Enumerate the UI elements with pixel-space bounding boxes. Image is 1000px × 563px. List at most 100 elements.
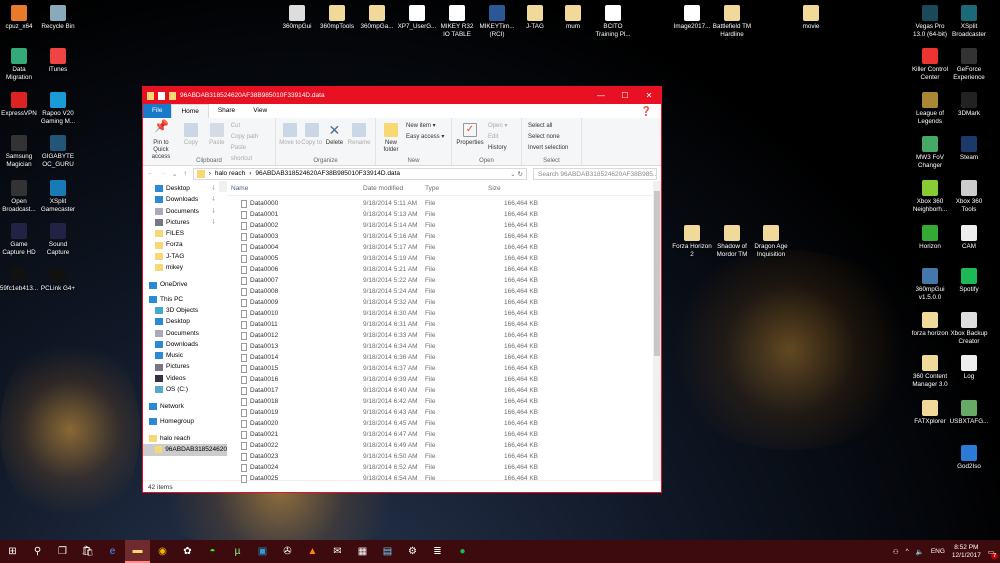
address-bar[interactable]: › halo reach › 96ABDAB318524620AF38B9850… xyxy=(192,167,527,180)
task-view-icon[interactable]: ❐ xyxy=(50,540,75,563)
desktop-icon[interactable]: iTunes xyxy=(38,48,78,74)
desktop-icon[interactable]: USBXTAFG... xyxy=(949,400,989,426)
desktop-icon[interactable]: 3DMark xyxy=(949,92,989,118)
properties-button[interactable]: ✓ Properties xyxy=(455,121,485,155)
help-icon[interactable]: ❓ xyxy=(632,104,661,118)
desktop-icon[interactable]: MIKEY R32 IO TABLE xyxy=(437,5,477,38)
steam-icon[interactable]: ⚙ xyxy=(400,540,425,563)
minimize-button[interactable]: — xyxy=(589,91,613,100)
file-row[interactable]: Data0004 9/18/2014 5:17 AM File 166,464 KB xyxy=(227,242,661,253)
nav-item[interactable]: Videos xyxy=(143,373,227,384)
desktop-icon[interactable]: Battlefield TM Hardline xyxy=(712,5,752,38)
file-row[interactable]: Data0022 9/18/2014 6:49 AM File 166,464 KB xyxy=(227,440,661,451)
nav-item[interactable]: OS (C:) xyxy=(143,384,227,395)
nav-item[interactable]: Pictures ⸸ xyxy=(143,217,227,228)
file-row[interactable]: Data0000 9/18/2014 5:11 AM File 166,464 KB xyxy=(227,198,661,209)
razer-icon[interactable]: ◓ xyxy=(200,540,225,563)
select-all-button[interactable]: Select all xyxy=(525,121,571,132)
rename-button[interactable]: Rename xyxy=(346,121,372,155)
desktop-icon[interactable]: Killer Control Center xyxy=(910,48,950,81)
new-folder-quick-icon[interactable] xyxy=(169,91,176,100)
desktop-icon[interactable]: BCITO Training Pl... xyxy=(593,5,633,38)
desktop-icon[interactable]: J-TAG xyxy=(515,5,555,31)
desktop-icon[interactable]: mum xyxy=(553,5,593,31)
breadcrumb-halo-reach[interactable]: halo reach xyxy=(215,170,245,177)
tab-file[interactable]: File xyxy=(143,104,172,118)
new-item-button[interactable]: New item ▾ xyxy=(403,121,447,132)
nav-item[interactable]: Downloads ⸸ xyxy=(143,194,227,205)
nav-scrollbar[interactable] xyxy=(219,181,227,193)
file-row[interactable]: Data0024 9/18/2014 6:52 AM File 166,464 KB xyxy=(227,462,661,473)
file-row[interactable]: Data0025 9/18/2014 6:54 AM File 166,464 KB xyxy=(227,473,661,484)
nav-item[interactable]: Homegroup xyxy=(143,416,227,427)
action-center-icon[interactable]: ▭ 7 xyxy=(988,548,998,559)
desktop-icon[interactable]: Spotify xyxy=(949,268,989,294)
desktop-icon[interactable]: 360mpTools xyxy=(317,5,357,31)
nav-item[interactable]: mikey xyxy=(143,262,227,273)
desktop-icon[interactable]: Steam xyxy=(949,136,989,162)
desktop-icon[interactable]: Xbox 360 Tools xyxy=(949,180,989,213)
desktop-icon[interactable]: Recycle Bin xyxy=(38,5,78,31)
nav-item[interactable]: Documents xyxy=(143,328,227,339)
file-row[interactable]: Data0011 9/18/2014 6:31 AM File 166,464 KB xyxy=(227,319,661,330)
breadcrumb-current[interactable]: 96ABDAB318524620AF38B985010F33914D.data xyxy=(255,170,400,177)
file-row[interactable]: Data0015 9/18/2014 6:37 AM File 166,464 KB xyxy=(227,363,661,374)
desktop-icon[interactable]: Shadow of Mordor TM xyxy=(712,225,752,258)
file-row[interactable]: Data0021 9/18/2014 6:47 AM File 166,464 KB xyxy=(227,429,661,440)
maximize-button[interactable]: ☐ xyxy=(613,91,637,100)
nav-item[interactable]: Pictures xyxy=(143,361,227,372)
file-row[interactable]: Data0023 9/18/2014 6:50 AM File 166,464 KB xyxy=(227,451,661,462)
file-row[interactable]: Data0016 9/18/2014 6:39 AM File 166,464 KB xyxy=(227,374,661,385)
desktop-icon[interactable]: XSplit Broadcaster xyxy=(949,5,989,38)
copy-button[interactable]: Copy xyxy=(176,121,206,155)
cam-icon[interactable]: ✿ xyxy=(175,540,200,563)
desktop-icon[interactable]: Open Broadcast... xyxy=(0,180,39,213)
desktop-icon[interactable]: 360 Content Manager 3.0 xyxy=(910,355,950,388)
move-to-button[interactable]: Move to xyxy=(279,121,301,155)
search-icon[interactable]: ⚲ xyxy=(25,540,50,563)
tab-share[interactable]: Share xyxy=(209,104,244,118)
file-row[interactable]: Data0010 9/18/2014 6:30 AM File 166,464 KB xyxy=(227,308,661,319)
vlc-icon[interactable]: ▲ xyxy=(300,540,325,563)
desktop-icon[interactable]: 59fc1eb413... xyxy=(0,267,39,293)
desktop-icon[interactable]: 360mpGui v1.5.0.0 xyxy=(910,268,950,301)
start-button[interactable]: ⊞ xyxy=(0,540,25,563)
paste-button[interactable]: Paste xyxy=(206,121,228,155)
desktop-icon[interactable]: Samsung Magician xyxy=(0,135,39,168)
file-row[interactable]: Data0017 9/18/2014 6:40 AM File 166,464 KB xyxy=(227,385,661,396)
file-row[interactable]: Data0001 9/18/2014 5:13 AM File 166,464 KB xyxy=(227,209,661,220)
desktop-icon[interactable]: PCLink G4+ xyxy=(38,267,78,293)
desktop-icon[interactable]: 360mpGui xyxy=(277,5,317,31)
desktop-icon[interactable]: FATXplorer xyxy=(910,400,950,426)
desktop-icon[interactable]: CAM xyxy=(949,225,989,251)
nav-item[interactable]: J-TAG xyxy=(143,251,227,262)
easy-access-button[interactable]: Easy access ▾ xyxy=(403,132,447,143)
column-name[interactable]: Name xyxy=(227,185,363,192)
cut-button[interactable]: Cut xyxy=(228,121,272,132)
nav-item[interactable]: Desktop xyxy=(143,316,227,327)
file-row[interactable]: Data0013 9/18/2014 6:34 AM File 166,464 KB xyxy=(227,341,661,352)
edit-button[interactable]: Edit xyxy=(485,132,510,143)
chrome-icon[interactable]: ◉ xyxy=(150,540,175,563)
people-icon[interactable]: ⚇ xyxy=(893,548,899,556)
tab-view[interactable]: View xyxy=(244,104,276,118)
close-button[interactable]: ✕ xyxy=(637,91,661,100)
file-explorer-icon[interactable]: ▬ xyxy=(125,540,150,563)
desktop-icon[interactable]: Vegas Pro 13.0 (64-bit) xyxy=(910,5,950,38)
file-row[interactable]: Data0020 9/18/2014 6:45 AM File 166,464 KB xyxy=(227,418,661,429)
up-button[interactable]: ↑ xyxy=(183,170,186,177)
file-row[interactable]: Data0008 9/18/2014 5:24 AM File 166,464 KB xyxy=(227,286,661,297)
properties-quick-icon[interactable] xyxy=(158,91,165,100)
nav-item[interactable]: Forza xyxy=(143,239,227,250)
file-row[interactable]: Data0019 9/18/2014 6:43 AM File 166,464 KB xyxy=(227,407,661,418)
nav-item[interactable]: Music xyxy=(143,350,227,361)
nav-item[interactable]: halo reach xyxy=(143,433,227,444)
desktop-icon[interactable]: Game Capture HD xyxy=(0,223,39,256)
invert-selection-button[interactable]: Invert selection xyxy=(525,143,571,154)
desktop-icon[interactable]: XSplit Gamecaster xyxy=(38,180,78,213)
history-button[interactable]: History xyxy=(485,143,510,154)
file-row[interactable]: Data0003 9/18/2014 5:16 AM File 166,464 KB xyxy=(227,231,661,242)
file-row[interactable]: Data0018 9/18/2014 6:42 AM File 166,464 KB xyxy=(227,396,661,407)
recent-dropdown[interactable]: ⌄ xyxy=(172,170,177,178)
language-indicator[interactable]: ENG xyxy=(931,548,945,555)
